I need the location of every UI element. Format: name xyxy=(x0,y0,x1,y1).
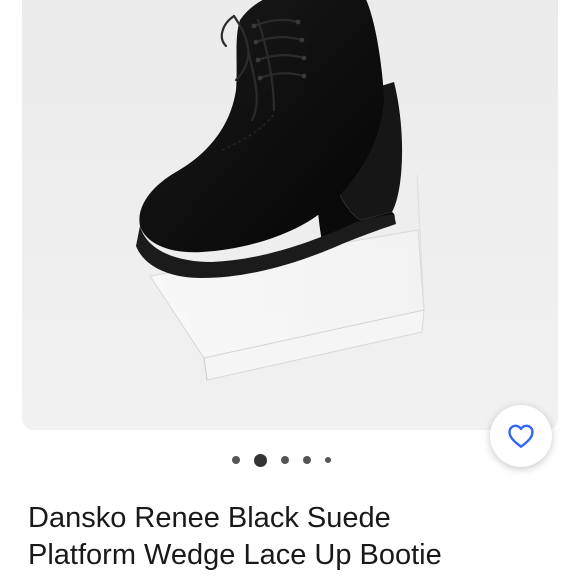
heart-outline-icon xyxy=(508,424,534,448)
product-title-line-1: Dansko Renee Black Suede xyxy=(28,502,391,534)
carousel-indicator xyxy=(0,452,580,468)
bootie-photo xyxy=(22,0,558,430)
product-title: Dansko Renee Black Suede Platform Wedge … xyxy=(28,500,568,574)
carousel-dot[interactable] xyxy=(280,456,289,464)
product-image-area[interactable] xyxy=(0,0,580,430)
carousel-dot[interactable] xyxy=(302,456,311,464)
listing-page: Dansko Renee Black Suede Platform Wedge … xyxy=(0,0,580,580)
product-photo[interactable] xyxy=(22,0,558,430)
product-title-line-2: Platform Wedge Lace Up Bootie xyxy=(28,539,442,571)
carousel-dot[interactable] xyxy=(231,456,240,464)
carousel-dot-active[interactable] xyxy=(253,453,267,467)
carousel-dot[interactable] xyxy=(324,457,331,463)
